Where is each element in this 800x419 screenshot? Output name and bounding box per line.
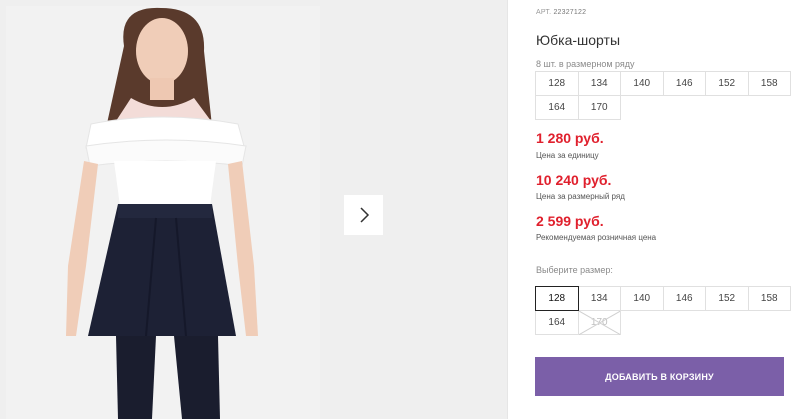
price-pack: 10 240 руб. xyxy=(536,172,612,188)
article-number: АРТ. 22327122 xyxy=(536,9,586,16)
size-option-134[interactable]: 134 xyxy=(577,286,621,311)
pack-size-cell: 140 xyxy=(620,71,664,96)
size-option-152[interactable]: 152 xyxy=(705,286,749,311)
price-unit-label: Цена за единицу xyxy=(536,151,599,160)
article-value: 22327122 xyxy=(553,9,587,16)
gallery-divider xyxy=(507,0,508,419)
pack-size-cell: 158 xyxy=(747,71,791,96)
pack-size-cell: 164 xyxy=(535,95,579,120)
size-option-146[interactable]: 146 xyxy=(662,286,706,311)
pack-size-cell: 146 xyxy=(662,71,706,96)
product-photo[interactable] xyxy=(6,6,320,419)
price-retail: 2 599 руб. xyxy=(536,213,604,229)
size-option-170: 170 xyxy=(577,310,621,335)
size-option-164[interactable]: 164 xyxy=(535,310,579,335)
size-option-128[interactable]: 128 xyxy=(535,286,579,311)
pack-size-cell: 152 xyxy=(705,71,749,96)
unavailable-cross-icon xyxy=(578,311,620,335)
product-gallery xyxy=(0,0,508,419)
add-to-cart-button[interactable]: ДОБАВИТЬ В КОРЗИНУ xyxy=(535,357,784,396)
chevron-right-icon xyxy=(359,207,369,223)
price-unit: 1 280 руб. xyxy=(536,130,604,146)
size-option-140[interactable]: 140 xyxy=(620,286,664,311)
pack-label: 8 шт. в размерном ряду xyxy=(536,59,635,69)
size-option-158[interactable]: 158 xyxy=(747,286,791,311)
pack-size-cell: 134 xyxy=(577,71,621,96)
price-retail-label: Рекомендуемая розничная цена xyxy=(536,233,657,242)
pack-size-cell: 170 xyxy=(577,95,621,120)
pack-size-grid: 128 134 140 146 152 158 164 170 xyxy=(535,71,791,120)
article-prefix: АРТ. xyxy=(536,9,552,16)
product-details: АРТ. 22327122 Юбка-шорты 8 шт. в размерн… xyxy=(535,0,800,419)
product-photo-illustration xyxy=(6,6,320,419)
product-title: Юбка-шорты xyxy=(536,32,621,48)
size-selector: 128 134 140 146 152 158 164 170 xyxy=(535,286,791,335)
price-pack-label: Цена за размерный ряд xyxy=(536,192,625,201)
size-select-label: Выберите размер: xyxy=(536,265,613,275)
gallery-next-button[interactable] xyxy=(344,195,383,235)
pack-size-cell: 128 xyxy=(535,71,579,96)
